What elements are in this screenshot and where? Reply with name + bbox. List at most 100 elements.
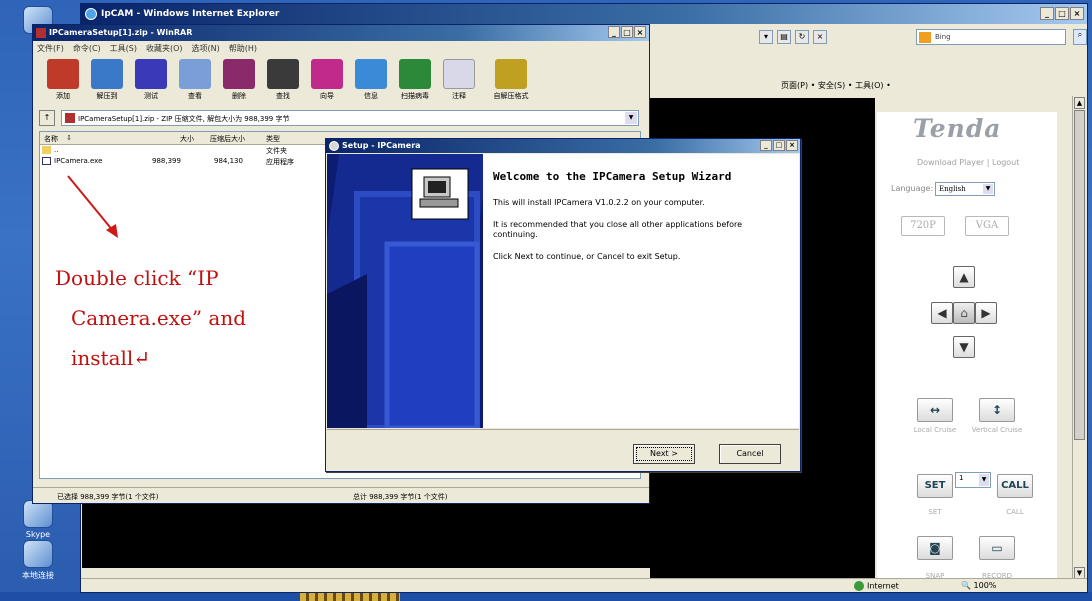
close-button[interactable]: × xyxy=(786,140,798,151)
sfx-icon xyxy=(495,59,527,89)
tool-add-button[interactable]: 添加 xyxy=(43,59,83,105)
col-name-header[interactable]: 名称 xyxy=(44,134,58,144)
refresh-icon[interactable]: ↻ xyxy=(795,30,809,44)
local-cruise-button[interactable]: ↔ xyxy=(917,398,953,422)
path-text: IPCameraSetup[1].zip - ZIP 压缩文件, 解包大小为 9… xyxy=(78,115,290,123)
menu-file[interactable]: 文件(F) xyxy=(37,43,64,55)
next-button[interactable]: Next > xyxy=(633,444,695,464)
menu-favorites[interactable]: 收藏夹(O) xyxy=(146,43,183,55)
bing-logo-icon xyxy=(919,32,931,43)
dropdown-arrow-icon[interactable]: ▾ xyxy=(759,30,773,44)
res-vga-button[interactable]: VGA xyxy=(965,216,1009,236)
annotation-arrow xyxy=(67,175,118,238)
preset-select[interactable]: 1 ▼ xyxy=(955,472,991,488)
desktop-icon-skype[interactable]: Skype xyxy=(8,500,68,539)
setup-button-bar: Next > Cancel xyxy=(327,429,799,471)
call-preset-button[interactable]: CALL xyxy=(997,474,1033,498)
tool-scan-button[interactable]: 扫描病毒 xyxy=(395,59,435,105)
find-icon xyxy=(267,59,299,89)
winrar-status-bar: 已选择 988,399 字节(1 个文件) 总计 988,399 字节(1 个文… xyxy=(33,487,649,503)
search-text: Bing xyxy=(935,33,951,41)
path-field[interactable]: IPCameraSetup[1].zip - ZIP 压缩文件, 解包大小为 9… xyxy=(61,110,639,126)
language-select[interactable]: English ▼ xyxy=(935,182,995,196)
col-packed-header[interactable]: 压缩后大小 xyxy=(210,134,245,144)
record-button[interactable]: ▭ xyxy=(979,536,1015,560)
tool-comment-button[interactable]: 注释 xyxy=(439,59,479,105)
test-icon xyxy=(135,59,167,89)
tenda-top-links: Download Player | Logout xyxy=(917,158,1020,167)
ie-scrollbar[interactable]: ▲ ▼ xyxy=(1072,96,1086,580)
minimize-button[interactable]: _ xyxy=(608,26,620,38)
tool-info-button[interactable]: 信息 xyxy=(351,59,391,105)
logout-link[interactable]: Logout xyxy=(992,158,1019,167)
compat-view-icon[interactable]: ▤ xyxy=(777,30,791,44)
search-icon[interactable]: ⌕ xyxy=(1073,29,1087,45)
ptz-down-icon[interactable]: ▼ xyxy=(953,336,975,358)
status-total: 总计 988,399 字节(1 个文件) xyxy=(353,493,448,501)
desktop-icon-network[interactable]: 本地连接 xyxy=(8,540,68,581)
tool-wizard-button[interactable]: 向导 xyxy=(307,59,347,105)
winrar-title-bar[interactable]: IPCameraSetup[1].zip - WinRAR _ □ × xyxy=(33,25,649,41)
minimize-button[interactable]: _ xyxy=(1040,7,1054,20)
tool-find-button[interactable]: 查找 xyxy=(263,59,303,105)
annotation-text: Double click “IP Camera.exe” and install… xyxy=(55,258,246,378)
download-player-link[interactable]: Download Player xyxy=(917,158,984,167)
vertical-cruise-button[interactable]: ↕ xyxy=(979,398,1015,422)
zoom-level[interactable]: 🔍 100% xyxy=(961,581,996,590)
ptz-up-icon[interactable]: ▲ xyxy=(953,266,975,288)
tool-delete-button[interactable]: 删除 xyxy=(219,59,259,105)
scroll-up-icon[interactable]: ▲ xyxy=(1074,97,1085,109)
tool-test-button[interactable]: 测试 xyxy=(131,59,171,105)
info-icon xyxy=(355,59,387,89)
ptz-right-icon[interactable]: ▶ xyxy=(975,302,997,324)
up-folder-icon[interactable]: ↑ xyxy=(39,110,55,126)
globe-icon xyxy=(854,581,864,591)
menu-options[interactable]: 选项(N) xyxy=(192,43,220,55)
taskbar-item[interactable] xyxy=(300,593,400,601)
language-value: English xyxy=(939,185,966,193)
menu-commands[interactable]: 命令(C) xyxy=(73,43,101,55)
maximize-button[interactable]: □ xyxy=(621,26,633,38)
snapshot-button[interactable]: ◙ xyxy=(917,536,953,560)
search-input[interactable]: Bing xyxy=(916,29,1066,45)
scroll-thumb[interactable] xyxy=(1074,110,1085,440)
tool-extract-button[interactable]: 解压到 xyxy=(87,59,127,105)
ie-logo-icon xyxy=(85,8,97,20)
add-icon xyxy=(47,59,79,89)
res-720p-button[interactable]: 720P xyxy=(901,216,945,236)
tool-sfx-button[interactable]: 自解压格式 xyxy=(483,59,539,105)
tenda-logo: Tenda xyxy=(913,114,1002,143)
ie-title-text: IpCAM - Windows Internet Explorer xyxy=(101,9,280,19)
maximize-button[interactable]: □ xyxy=(773,140,785,151)
setup-computer-icon xyxy=(411,168,469,220)
cmd-bar-text[interactable]: 页面(P) • 安全(S) • 工具(O) • xyxy=(781,81,891,90)
close-button[interactable]: × xyxy=(634,26,646,38)
menu-tools[interactable]: 工具(S) xyxy=(110,43,137,55)
menu-help[interactable]: 帮助(H) xyxy=(229,43,257,55)
ie-title-bar[interactable]: IpCAM - Windows Internet Explorer _ □ × xyxy=(81,4,1087,24)
ie-status-bar: Internet 🔍 100% xyxy=(81,578,1087,592)
cancel-button[interactable]: Cancel xyxy=(719,444,781,464)
annotation-line-3: install↵ xyxy=(71,346,151,370)
chevron-down-icon: ▼ xyxy=(983,184,993,194)
vertical-cruise-caption: Vertical Cruise xyxy=(971,426,1023,434)
chevron-down-icon[interactable]: ▼ xyxy=(625,112,637,124)
chevron-down-icon: ▼ xyxy=(979,474,989,486)
folder-icon xyxy=(42,146,51,154)
set-preset-button[interactable]: SET xyxy=(917,474,953,498)
extract-icon xyxy=(91,59,123,89)
setup-title-bar[interactable]: Setup - IPCamera _ □ × xyxy=(326,139,800,153)
wizard-icon xyxy=(311,59,343,89)
ptz-home-icon[interactable]: ⌂ xyxy=(953,302,975,324)
close-button[interactable]: × xyxy=(1070,7,1084,20)
winrar-toolbar: 添加 解压到 测试 查看 删除 查找 向导 信息 扫描病毒 注释 自解压格式 xyxy=(35,59,647,105)
setup-paragraph-1: This will install IPCamera V1.0.2.2 on y… xyxy=(493,198,705,207)
maximize-button[interactable]: □ xyxy=(1055,7,1069,20)
winrar-icon xyxy=(36,28,46,38)
col-type-header[interactable]: 类型 xyxy=(266,134,280,144)
stop-icon[interactable]: × xyxy=(813,30,827,44)
tool-view-button[interactable]: 查看 xyxy=(175,59,215,105)
col-size-header[interactable]: 大小 xyxy=(180,134,194,144)
ptz-left-icon[interactable]: ◀ xyxy=(931,302,953,324)
minimize-button[interactable]: _ xyxy=(760,140,772,151)
